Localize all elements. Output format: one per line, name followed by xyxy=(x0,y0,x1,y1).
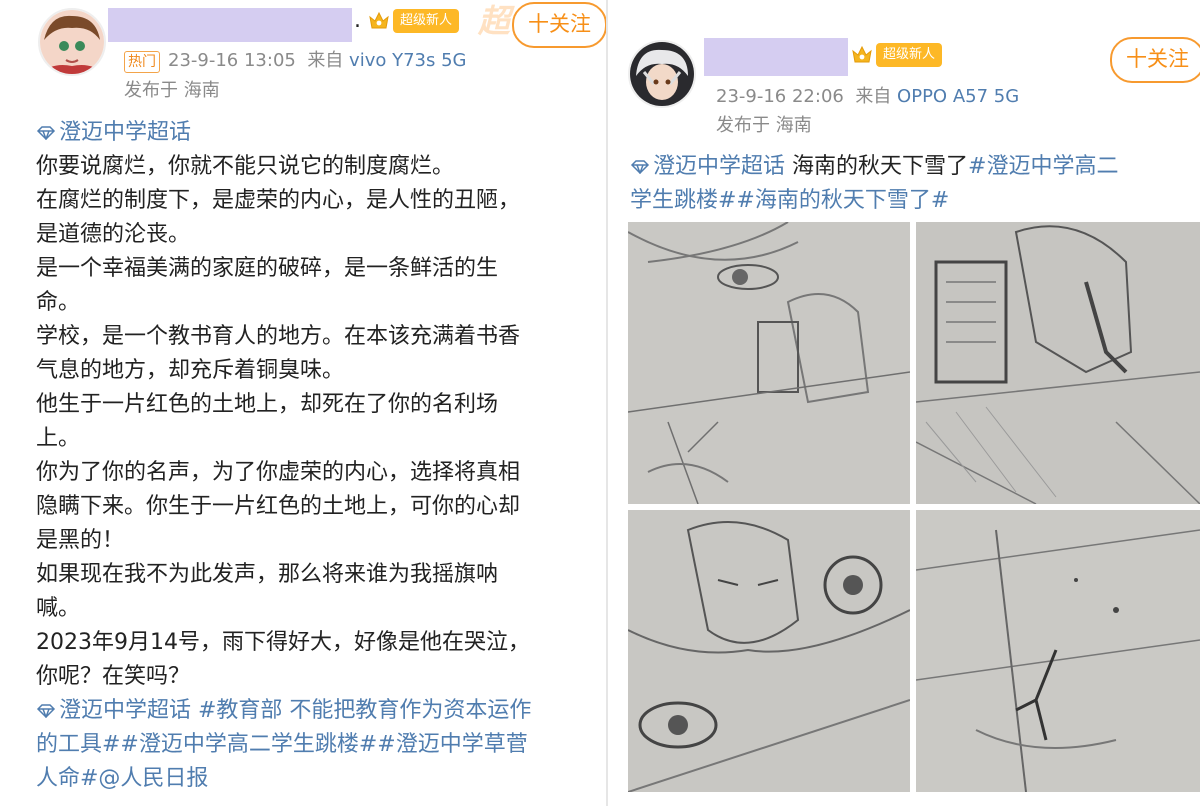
hashtag-link[interactable]: 学生跳楼##海南的秋天下雪了# xyxy=(630,184,1118,218)
crown-badge-icon xyxy=(369,11,389,29)
hot-tag: 热门 xyxy=(124,51,160,73)
post-text: 海南的秋天下雪了 xyxy=(785,154,969,179)
post-text-line: 上。 xyxy=(36,426,81,451)
follow-button[interactable]: 十关注 xyxy=(1110,37,1200,83)
user-avatar[interactable] xyxy=(628,40,696,108)
post-body: 澄迈中学超话你要说腐烂，你就不能只说它的制度腐烂。在腐烂的制度下，是虚荣的内心，… xyxy=(36,116,531,796)
topic-line[interactable]: 人命#@人民日报 xyxy=(36,762,531,796)
super-topic-icon xyxy=(36,126,56,140)
crown-badge-icon xyxy=(852,45,872,63)
anime-avatar-icon xyxy=(40,10,104,74)
post-text-line: 是道德的沦丧。 xyxy=(36,222,191,247)
post-image-4[interactable] xyxy=(916,510,1200,792)
follow-button[interactable]: 十关注 xyxy=(512,2,606,48)
post-location: 发布于 海南 xyxy=(716,115,812,136)
anime-avatar-icon xyxy=(630,42,694,106)
post-text-line: 是黑的！ xyxy=(36,528,125,553)
post-time: 23-9-16 13:05 xyxy=(168,50,296,71)
username-dot: . xyxy=(354,8,361,33)
super-topic-icon xyxy=(630,160,650,174)
post-text-line: 气息的地方，却充斥着铜臭味。 xyxy=(36,358,345,383)
username-redacted[interactable] xyxy=(704,38,848,76)
pencil-sketch-face-and-eyes xyxy=(628,510,910,792)
post-text-line: 学校，是一个教书育人的地方。在本该充满着书香 xyxy=(36,324,521,349)
post-text-line: 你要说腐烂，你就不能只说它的制度腐烂。 xyxy=(36,154,455,179)
pencil-sketch-eye-and-boy-with-phone xyxy=(628,222,910,504)
left-weibo-post: . 超级新人 超 十关注 热门 23-9-16 13:05 来自 vivo Y73… xyxy=(0,0,608,806)
post-image-1[interactable] xyxy=(628,222,910,504)
post-text-line: 你为了你的名声，为了你虚荣的内心，选择将真相 xyxy=(36,460,521,485)
username-redacted[interactable] xyxy=(108,8,352,42)
post-text-line: 你呢？在笑吗？ xyxy=(36,664,191,689)
post-text-line: 2023年9月14号，雨下得好大，好像是他在哭泣， xyxy=(36,630,530,655)
post-image-3[interactable] xyxy=(628,510,910,792)
user-avatar[interactable] xyxy=(38,8,106,76)
post-image-2[interactable] xyxy=(916,222,1200,504)
super-newbie-badge: 超级新人 xyxy=(393,9,460,33)
post-text-line: 是一个幸福美满的家庭的破碎，是一条鲜活的生 xyxy=(36,256,499,281)
super-topic-link[interactable]: 澄迈中学超话 #教育部 不能把教育作为资本运作 xyxy=(59,698,531,723)
pencil-sketch-cracked-wall xyxy=(916,510,1200,792)
post-text-line: 命。 xyxy=(36,290,81,315)
super-topic-link[interactable]: 澄迈中学超话 xyxy=(653,154,785,179)
source-prefix: 来自 xyxy=(307,50,344,71)
topic-line[interactable]: 澄迈中学超话 #教育部 不能把教育作为资本运作 xyxy=(36,694,531,728)
post-body: 澄迈中学超话 海南的秋天下雪了#澄迈中学高二 学生跳楼##海南的秋天下雪了# xyxy=(630,150,1118,218)
super-topic-link[interactable]: 澄迈中学超话 xyxy=(59,120,191,145)
post-text-line: 喊。 xyxy=(36,596,81,621)
source-prefix: 来自 xyxy=(855,86,892,107)
post-text-line: 他生于一片红色的土地上，却死在了你的名利场 xyxy=(36,392,499,417)
faded-overlay-text: 超 xyxy=(478,2,511,40)
hashtag-link[interactable]: #澄迈中学高二 xyxy=(968,154,1118,179)
post-meta: 23-9-16 22:06 来自 OPPO A57 5G xyxy=(716,82,1019,108)
post-meta: 热门 23-9-16 13:05 来自 vivo Y73s 5G xyxy=(124,46,467,73)
post-text-line: 隐瞒下来。你生于一片红色的土地上，可你的心却 xyxy=(36,494,521,519)
post-location: 发布于 海南 xyxy=(124,80,220,101)
device-link[interactable]: OPPO A57 5G xyxy=(897,86,1019,107)
post-text-line: 在腐烂的制度下，是虚荣的内心，是人性的丑陋， xyxy=(36,188,521,213)
topic-line[interactable]: 的工具##澄迈中学高二学生跳楼##澄迈中学草菅 xyxy=(36,728,531,762)
pencil-sketch-boy-with-phone-closeup xyxy=(916,222,1200,504)
post-time: 23-9-16 22:06 xyxy=(716,86,844,107)
super-topic-icon xyxy=(36,704,56,718)
post-text-line: 如果现在我不为此发声，那么将来谁为我摇旗呐 xyxy=(36,562,499,587)
right-weibo-post: 超级新人 十关注 23-9-16 22:06 来自 OPPO A57 5G 发布… xyxy=(618,0,1200,806)
device-link[interactable]: vivo Y73s 5G xyxy=(349,50,466,71)
super-newbie-badge: 超级新人 xyxy=(876,43,943,67)
topic-line[interactable]: 澄迈中学超话 xyxy=(36,116,531,150)
